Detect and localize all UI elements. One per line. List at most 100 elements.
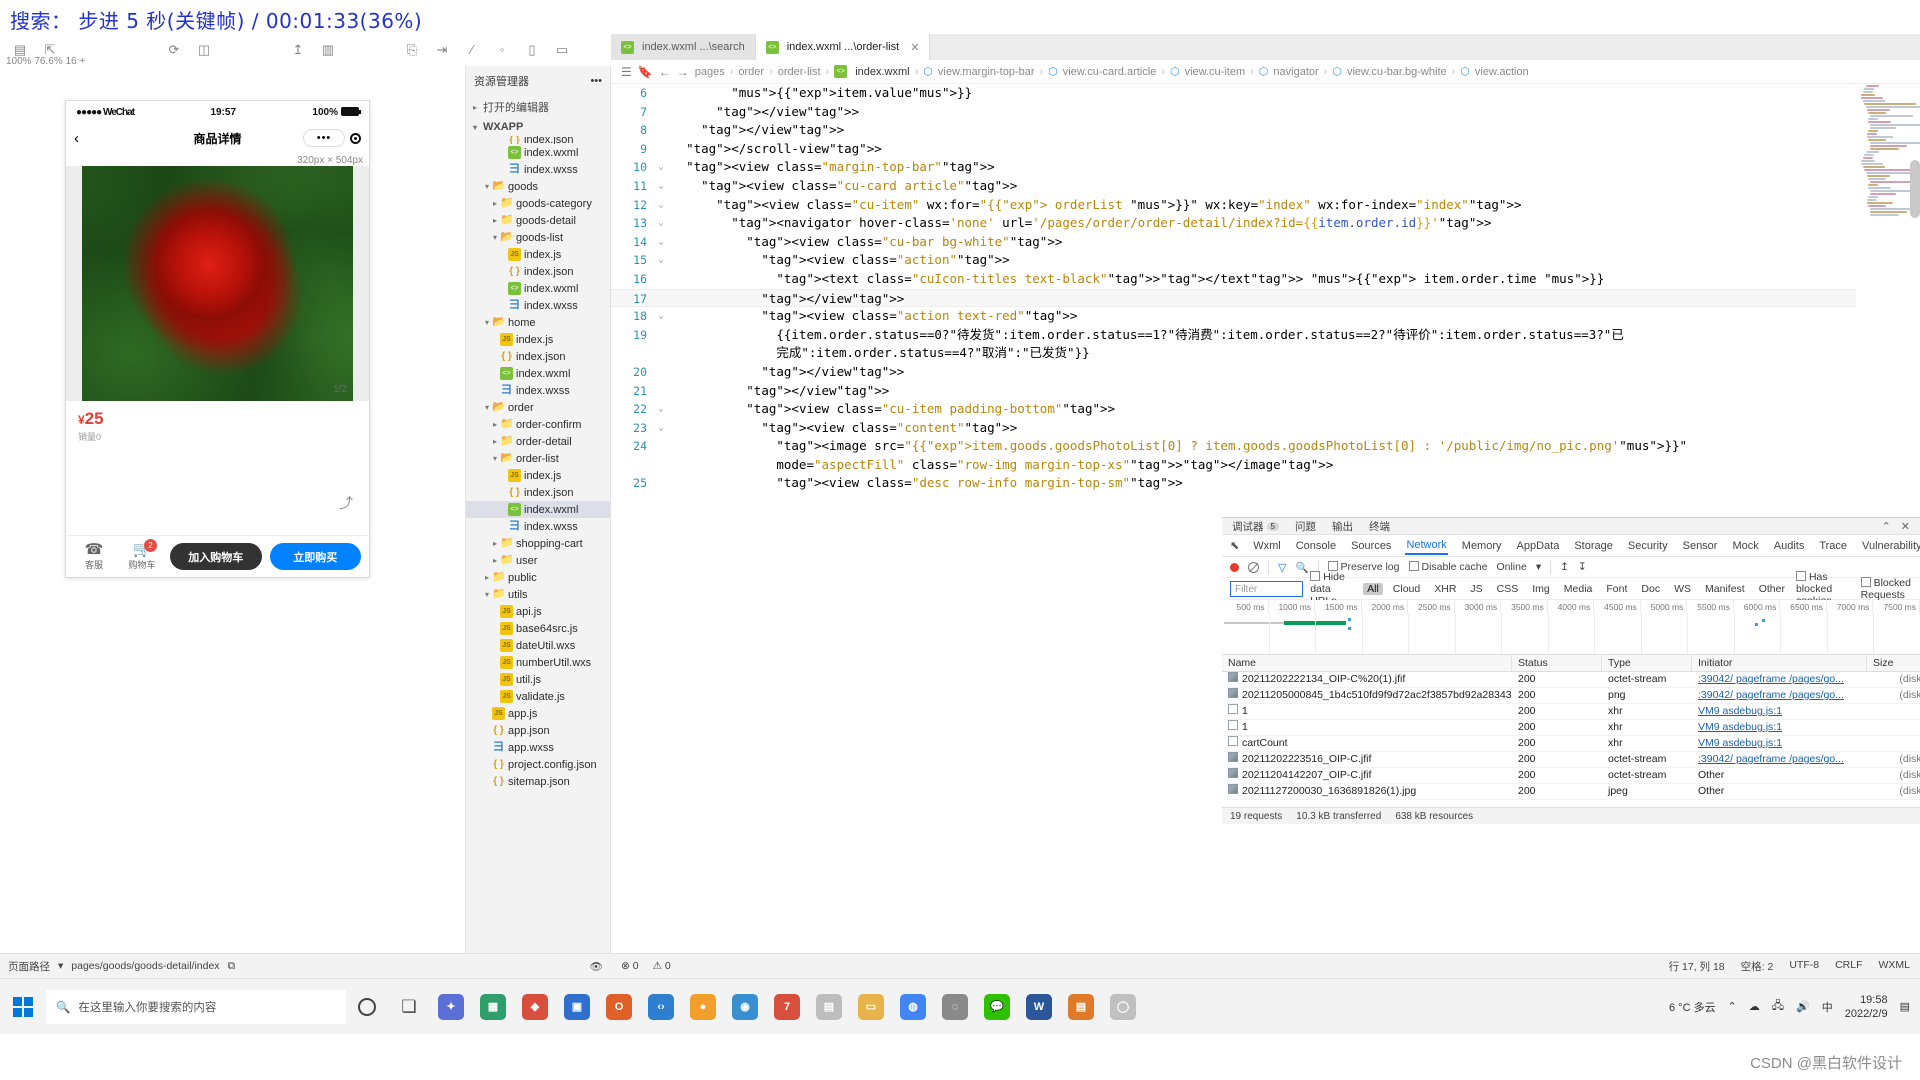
close-circle-icon[interactable] <box>350 132 361 144</box>
app-icon-17[interactable]: ◯ <box>1102 984 1144 1030</box>
breadcrumb-item[interactable]: view.cu-card.article <box>1063 66 1157 78</box>
fold-chevron-icon[interactable]: ⌄ <box>655 196 667 215</box>
code-line[interactable]: 完成":item.order.status==4?"取消":"已发货"}} <box>611 344 1920 363</box>
breadcrumb-item[interactable]: order <box>738 66 764 78</box>
chrome-icon[interactable]: ◍ <box>892 984 934 1030</box>
devtools-tab[interactable]: Sensor <box>1682 538 1719 554</box>
panel-tab-debugger[interactable]: 调试器 5 <box>1232 519 1279 534</box>
code-line[interactable]: 22 ⌄ "tag"><view class="cu-item padding-b… <box>611 400 1920 419</box>
task-view-button[interactable]: ❏ <box>388 984 430 1030</box>
code-line[interactable]: 16 "tag"><text class="cuIcon-titles text… <box>611 270 1920 289</box>
file-tree-item[interactable]: ▾ 📂 order-list <box>466 450 610 467</box>
arrow-left-icon[interactable]: ← <box>659 65 671 79</box>
file-tree-item[interactable]: ▸ 📁 order-confirm <box>466 416 610 433</box>
file-tree-item[interactable]: { } index.json <box>466 263 610 280</box>
network-request-row[interactable]: cartCount200xhrVM9 asdebug.js:1467 B16 m… <box>1222 736 1920 752</box>
code-line[interactable]: 21 "tag"></view"tag">> <box>611 382 1920 401</box>
network-column-header[interactable]: Status <box>1512 654 1602 672</box>
file-tree-item[interactable]: ▾ 📂 home <box>466 314 610 331</box>
breadcrumb-item[interactable]: view.margin-top-bar <box>938 66 1035 78</box>
chevron-down-icon[interactable]: ▾ <box>482 182 492 191</box>
warnings-indicator[interactable]: ⚠ 0 <box>653 960 671 972</box>
panel-tab-terminal[interactable]: 终端 <box>1369 519 1390 534</box>
code-line[interactable]: 12 ⌄ "tag"><view class="cu-item" wx:for="… <box>611 196 1920 215</box>
code-line[interactable]: 19 {{item.order.status==0?"待发货":item.ord… <box>611 326 1920 345</box>
code-line[interactable]: 13 ⌄ "tag"><navigator hover-class='none' … <box>611 214 1920 233</box>
taskbar-search[interactable]: 🔍 在这里输入你要搜索的内容 <box>46 989 346 1024</box>
capsule-pill[interactable]: ••• <box>303 129 345 147</box>
network-type-chip[interactable]: Font <box>1602 583 1631 595</box>
chevron-down-icon[interactable]: ▾ <box>482 318 492 327</box>
blocked-requests-checkbox[interactable]: Blocked Requests <box>1860 576 1912 601</box>
app-icon-8[interactable]: ◉ <box>724 984 766 1030</box>
file-tree-item[interactable]: { } index.json <box>466 136 610 144</box>
network-type-chip[interactable]: JS <box>1466 583 1486 595</box>
file-tree-item[interactable]: { } project.config.json <box>466 756 610 773</box>
taskbar-clock[interactable]: 19:58 2022/2/9 <box>1845 993 1888 1021</box>
file-tree-item[interactable]: ▾ 📁 utils <box>466 586 610 603</box>
devtools-tab[interactable]: Trace <box>1818 538 1848 554</box>
code-line[interactable]: 23 ⌄ "tag"><view class="content""tag">> <box>611 419 1920 438</box>
breadcrumb-item[interactable]: view.cu-bar.bg-white <box>1347 66 1447 78</box>
file-tree-item[interactable]: ▸ 📁 shopping-cart <box>466 535 610 552</box>
network-type-chip[interactable]: Img <box>1528 583 1554 595</box>
file-tree-item[interactable]: { } app.json <box>466 722 610 739</box>
network-request-row[interactable]: 20211202223516_OIP-C.jfif 200 octet-stream… <box>1222 752 1920 768</box>
network-cell[interactable]: :39042/ pageframe /pages/go... <box>1698 753 1844 765</box>
file-tree-item[interactable]: { } index.json <box>466 348 610 365</box>
file-tree-item[interactable]: <> index.wxml <box>466 280 610 297</box>
app-icon-7[interactable]: ● <box>682 984 724 1030</box>
network-request-row[interactable]: 20211202222134_OIP-C%20(1).jfif 200 octet-… <box>1222 672 1920 688</box>
start-button[interactable] <box>0 996 46 1017</box>
fold-chevron-icon[interactable]: ⌄ <box>655 214 667 233</box>
editor-tab[interactable]: <> index.wxml ...\order-list ✕ <box>755 34 931 60</box>
record-icon[interactable] <box>1230 562 1239 572</box>
fold-chevron-icon[interactable]: ⌄ <box>655 158 667 177</box>
file-tree-item[interactable]: JS dateUtil.wxs <box>466 637 610 654</box>
panel-tab-output[interactable]: 输出 <box>1332 519 1353 534</box>
onedrive-icon[interactable]: ☁ <box>1749 1000 1760 1013</box>
export-icon[interactable]: ↧ <box>1578 561 1587 573</box>
fold-chevron-icon[interactable]: ⌄ <box>655 251 667 270</box>
network-cell[interactable]: VM9 asdebug.js:1 <box>1698 721 1782 733</box>
clear-icon[interactable] <box>1248 561 1259 573</box>
network-request-row[interactable]: 20211205000845_1b4c510fd9f9d72ac2f3857bd… <box>1222 688 1920 704</box>
network-request-row[interactable]: 1200xhrVM9 asdebug.js:1468 B13 ms <box>1222 704 1920 720</box>
file-tree-item[interactable]: ▾ 📂 goods-list <box>466 229 610 246</box>
code-line[interactable]: 11 ⌄ "tag"><view class="cu-card article""… <box>611 177 1920 196</box>
editor-status-item[interactable]: 空格: 2 <box>1741 959 1774 974</box>
file-tree-item[interactable]: 彐 app.wxss <box>466 739 610 756</box>
app-icon-5[interactable]: O <box>598 984 640 1030</box>
disable-cache-checkbox[interactable]: Disable cache <box>1408 561 1487 573</box>
file-tree-item[interactable]: ▾ 📂 order <box>466 399 610 416</box>
network-type-chip[interactable]: Media <box>1560 583 1597 595</box>
devtools-tab[interactable]: AppData <box>1516 538 1561 554</box>
volume-icon[interactable]: 🔊 <box>1796 1000 1810 1013</box>
editor-status-item[interactable]: WXML <box>1879 959 1911 974</box>
network-column-header[interactable]: Size <box>1867 655 1920 672</box>
file-tree-item[interactable]: ▸ 📁 goods-detail <box>466 212 610 229</box>
chevron-down-icon[interactable]: ▾ <box>482 403 492 412</box>
network-cell[interactable]: VM9 asdebug.js:1 <box>1698 737 1782 749</box>
chevron-right-icon[interactable]: ▸ <box>490 556 500 565</box>
devtools-tab[interactable]: Wxml <box>1252 538 1282 554</box>
network-icon[interactable]: 🖧 <box>1772 997 1784 1016</box>
file-tree-item[interactable]: 彐 index.wxss <box>466 297 610 314</box>
folder-icon[interactable]: ▭ <box>850 984 892 1030</box>
file-tree-item[interactable]: JS index.js <box>466 246 610 263</box>
code-line[interactable]: 15 ⌄ "tag"><view class="action""tag">> <box>611 251 1920 270</box>
back-icon[interactable]: ‹ <box>74 130 79 147</box>
devtools-tab[interactable]: Sources <box>1350 538 1392 554</box>
editor-status-item[interactable]: 行 17, 列 18 <box>1669 959 1725 974</box>
code-line[interactable]: 10 ⌄ "tag"><view class="margin-top-bar""t… <box>611 158 1920 177</box>
chevron-right-icon[interactable]: ▸ <box>490 420 500 429</box>
devtools-icon[interactable]: ▤ <box>1060 984 1102 1030</box>
editor-scrollbar[interactable] <box>1910 160 1920 218</box>
network-type-chip[interactable]: Other <box>1755 583 1789 595</box>
network-type-chip[interactable]: WS <box>1670 583 1695 595</box>
breadcrumb-item[interactable]: index.wxml <box>855 66 909 78</box>
app-icon-4[interactable]: ▣ <box>556 984 598 1030</box>
network-column-header[interactable]: Type <box>1602 654 1692 672</box>
network-type-chip[interactable]: Cloud <box>1389 583 1424 595</box>
breadcrumb-item[interactable]: navigator <box>1273 66 1318 78</box>
